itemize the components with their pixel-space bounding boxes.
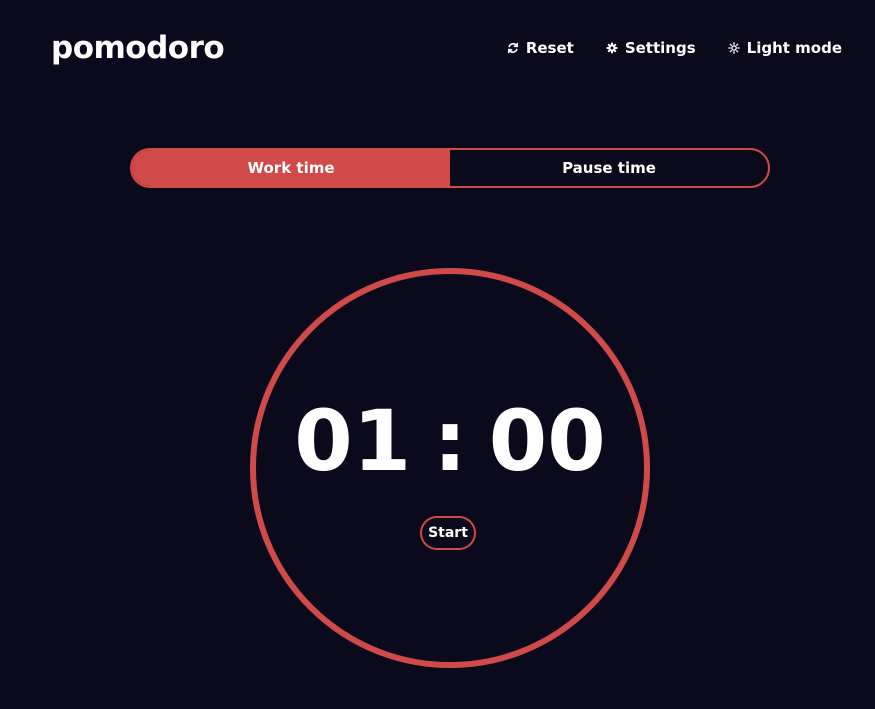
start-button[interactable]: Start bbox=[420, 516, 476, 550]
settings-label: Settings bbox=[624, 39, 696, 57]
top-nav: Reset Settings Light mode bbox=[507, 38, 842, 58]
tab-work-time[interactable]: Work time bbox=[132, 150, 450, 186]
light-mode-label: Light mode bbox=[746, 39, 842, 57]
sun-icon bbox=[727, 42, 740, 54]
gear-icon bbox=[606, 42, 618, 54]
timer: 01:00 Start bbox=[249, 267, 651, 669]
app-logo: pomodoro bbox=[51, 30, 225, 66]
timer-separator: : bbox=[433, 392, 467, 490]
timer-seconds: 00 bbox=[488, 392, 606, 490]
refresh-icon bbox=[507, 42, 519, 54]
timer-display: 01:00 bbox=[249, 395, 651, 487]
pomodoro-app: pomodoro Reset Settings Light mode Work … bbox=[0, 0, 875, 709]
reset-button[interactable]: Reset bbox=[507, 38, 574, 58]
tab-pause-time[interactable]: Pause time bbox=[450, 150, 768, 186]
timer-minutes: 01 bbox=[294, 392, 412, 490]
settings-button[interactable]: Settings bbox=[606, 38, 696, 58]
light-mode-toggle[interactable]: Light mode bbox=[727, 38, 842, 58]
header: pomodoro Reset Settings Light mode bbox=[0, 0, 875, 100]
mode-switcher: Work time Pause time bbox=[130, 148, 770, 188]
reset-label: Reset bbox=[525, 39, 574, 57]
